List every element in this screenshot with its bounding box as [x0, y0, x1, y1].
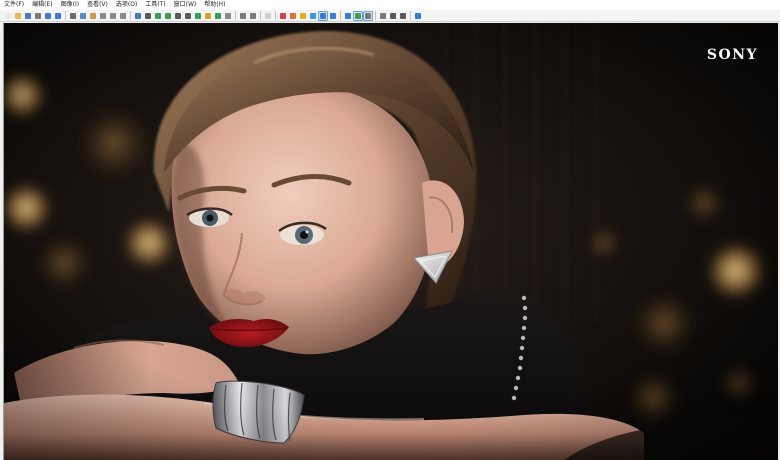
- delete-button[interactable]: [119, 12, 127, 20]
- print-button[interactable]: [34, 12, 42, 20]
- paste-button[interactable]: [89, 12, 97, 20]
- toolbar-separator: [130, 11, 131, 20]
- wrench-icon: [380, 12, 386, 19]
- color-adjust-button[interactable]: [204, 12, 212, 20]
- flag-orange-button[interactable]: [289, 12, 297, 20]
- full-screen-icon: [330, 12, 336, 19]
- zoom-in-icon: [240, 12, 246, 19]
- new-file-button[interactable]: [4, 12, 12, 20]
- batch-icon: [400, 12, 406, 19]
- toolbar-separator: [375, 11, 376, 20]
- open-folder-icon: [15, 12, 21, 19]
- rotate-left-icon: [175, 12, 181, 19]
- info-button[interactable]: [134, 12, 142, 20]
- menu-item[interactable]: 工具(T): [141, 0, 169, 10]
- redo-button[interactable]: [109, 12, 117, 20]
- previous-arrow-icon: [45, 12, 51, 19]
- copy-icon: [80, 12, 86, 19]
- cut-icon: [70, 12, 76, 19]
- settings-icon: [225, 12, 231, 19]
- compare-button[interactable]: [363, 10, 373, 21]
- save-icon: [25, 12, 31, 19]
- resize-button[interactable]: [154, 12, 162, 20]
- thumbnails-icon: [310, 12, 316, 19]
- star-button[interactable]: [299, 12, 307, 20]
- rotate-right-icon: [185, 12, 191, 19]
- flag-orange-icon: [290, 12, 296, 19]
- cut-button[interactable]: [69, 12, 77, 20]
- next-arrow-button[interactable]: [54, 12, 62, 20]
- thumbnails-button[interactable]: [309, 12, 317, 20]
- full-screen-button[interactable]: [329, 12, 337, 20]
- menu-item[interactable]: 帮助(H): [200, 0, 229, 10]
- search-icon: [390, 12, 396, 19]
- flag-red-button[interactable]: [279, 12, 287, 20]
- help-button[interactable]: [414, 12, 422, 20]
- effects-button[interactable]: [214, 12, 222, 20]
- enhance-button[interactable]: [194, 12, 202, 20]
- fit-window-button[interactable]: [318, 10, 328, 21]
- print-icon: [35, 12, 41, 19]
- camera-icon: [145, 12, 151, 19]
- menu-item[interactable]: 编辑(E): [28, 0, 56, 10]
- menu-item[interactable]: 窗口(W): [170, 0, 201, 10]
- menu-item[interactable]: 图像(I): [57, 0, 83, 10]
- grid-button[interactable]: [353, 10, 363, 21]
- toolbar-separator: [235, 11, 236, 20]
- crop-icon: [165, 12, 171, 19]
- page-button[interactable]: [264, 12, 272, 20]
- zoom-out-button[interactable]: [249, 12, 257, 20]
- menu-item[interactable]: 查看(V): [83, 0, 112, 10]
- redo-icon: [110, 12, 116, 19]
- toolbar-separator: [65, 11, 66, 20]
- search-button[interactable]: [389, 12, 397, 20]
- portrait-photo: [4, 23, 778, 460]
- copy-button[interactable]: [79, 12, 87, 20]
- slideshow-button[interactable]: [344, 12, 352, 20]
- toolbar-separator: [340, 11, 341, 20]
- menu-item[interactable]: 文件(F): [0, 0, 28, 10]
- batch-button[interactable]: [399, 12, 407, 20]
- slideshow-icon: [345, 12, 351, 19]
- camera-button[interactable]: [144, 12, 152, 20]
- wrench-button[interactable]: [379, 12, 387, 20]
- page-icon: [265, 12, 271, 19]
- toolbar: [0, 10, 780, 22]
- image-viewport[interactable]: SONY: [3, 23, 778, 460]
- paste-icon: [90, 12, 96, 19]
- effects-icon: [215, 12, 221, 19]
- open-folder-button[interactable]: [14, 12, 22, 20]
- toolbar-separator: [410, 11, 411, 20]
- resize-icon: [155, 12, 161, 19]
- toolbar-separator: [275, 11, 276, 20]
- info-icon: [135, 12, 141, 19]
- toolbar-separator: [260, 11, 261, 20]
- rotate-right-button[interactable]: [184, 12, 192, 20]
- enhance-icon: [195, 12, 201, 19]
- settings-button[interactable]: [224, 12, 232, 20]
- grid-icon: [355, 12, 361, 19]
- flag-red-icon: [280, 12, 286, 19]
- fit-window-icon: [320, 12, 326, 19]
- save-button[interactable]: [24, 12, 32, 20]
- brand-logo: SONY: [706, 47, 758, 63]
- new-file-icon: [5, 12, 11, 19]
- rotate-left-button[interactable]: [174, 12, 182, 20]
- color-adjust-icon: [205, 12, 211, 19]
- undo-icon: [100, 12, 106, 19]
- zoom-out-icon: [250, 12, 256, 19]
- delete-icon: [120, 12, 126, 19]
- previous-arrow-button[interactable]: [44, 12, 52, 20]
- star-icon: [300, 12, 306, 19]
- undo-button[interactable]: [99, 12, 107, 20]
- compare-icon: [365, 12, 371, 19]
- menu-item[interactable]: 选项(O): [112, 0, 141, 10]
- crop-button[interactable]: [164, 12, 172, 20]
- help-icon: [415, 12, 421, 19]
- zoom-in-button[interactable]: [239, 12, 247, 20]
- next-arrow-icon: [55, 12, 61, 19]
